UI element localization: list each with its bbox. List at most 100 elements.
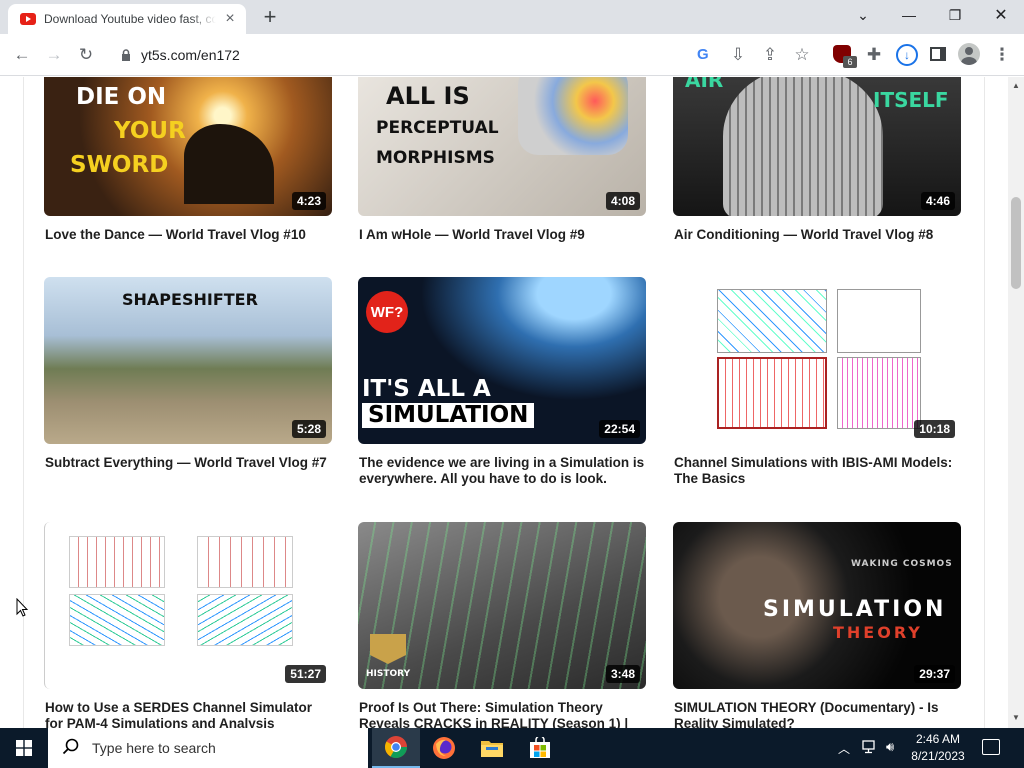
response-chart bbox=[837, 289, 921, 353]
video-title[interactable]: Air Conditioning — World Travel Vlog #8 bbox=[674, 227, 960, 243]
video-duration: 5:28 bbox=[291, 420, 326, 438]
share-icon[interactable]: ⇪ bbox=[758, 43, 782, 67]
video-title[interactable]: Love the Dance — World Travel Vlog #10 bbox=[45, 227, 331, 243]
video-duration: 29:37 bbox=[914, 665, 955, 683]
close-window-button[interactable]: ✕ bbox=[978, 0, 1024, 30]
scroll-up-icon[interactable]: ▲ bbox=[1012, 81, 1020, 90]
bookmark-star-icon[interactable]: ☆ bbox=[790, 43, 814, 67]
video-title[interactable]: Channel Simulations with IBIS-AMI Models… bbox=[674, 455, 960, 487]
video-title[interactable]: How to Use a SERDES Channel Simulator fo… bbox=[45, 700, 331, 728]
extensions-puzzle-icon[interactable]: ✚ bbox=[862, 43, 886, 67]
taskbar-search-placeholder: Type here to search bbox=[92, 740, 216, 756]
thumb-text: ALL IS bbox=[386, 82, 470, 110]
wf-logo: WF? bbox=[366, 291, 408, 333]
back-icon[interactable]: ← bbox=[10, 43, 34, 67]
video-thumbnail[interactable]: SHAPESHIFTER 5:28 bbox=[44, 277, 332, 444]
video-duration: 51:27 bbox=[285, 665, 326, 683]
chrome-taskbar-icon[interactable] bbox=[372, 728, 420, 768]
file-explorer-taskbar-icon[interactable] bbox=[468, 728, 516, 768]
scrollbar-thumb[interactable] bbox=[1011, 197, 1021, 289]
thumb-text: WAKING COSMOS bbox=[851, 559, 953, 569]
video-thumbnail[interactable]: HISTORY 3:48 bbox=[358, 522, 646, 689]
firefox-taskbar-icon[interactable] bbox=[420, 728, 468, 768]
forward-icon[interactable]: → bbox=[42, 43, 66, 67]
rock-silhouette bbox=[184, 124, 274, 204]
clock-date: 8/21/2023 bbox=[911, 749, 965, 763]
thumb-text: AIR bbox=[685, 77, 724, 92]
start-windows-icon[interactable] bbox=[0, 728, 48, 768]
video-thumbnail[interactable]: 10:18 bbox=[673, 277, 961, 444]
show-hidden-icons-chevron-icon[interactable]: ︿ bbox=[838, 740, 850, 757]
thumb-text: ITSELF bbox=[873, 88, 949, 112]
pam4-signal-chart bbox=[197, 536, 293, 588]
scroll-down-icon[interactable]: ▼ bbox=[1012, 713, 1020, 722]
windows-taskbar: Type here to search ︿ 🔊︎ 2:46 AM 8/21/20… bbox=[0, 728, 1024, 768]
eye-diagram-chart bbox=[69, 594, 165, 646]
new-tab-icon[interactable]: + bbox=[258, 6, 282, 28]
video-duration: 4:46 bbox=[920, 192, 955, 210]
taskbar-search-box[interactable]: Type here to search bbox=[48, 728, 368, 768]
microsoft-store-taskbar-icon[interactable] bbox=[516, 728, 564, 768]
system-clock[interactable]: 2:46 AM 8/21/2023 bbox=[906, 731, 970, 765]
browser-toolbar: ← → ↻ yt5s.com/en172 G ⇩ ⇪ ☆ 6 ✚ ↓ ⋮ bbox=[0, 34, 1024, 76]
waveform-chart bbox=[837, 357, 921, 429]
thumb-text: PERCEPTUAL bbox=[376, 118, 499, 138]
video-thumbnail[interactable]: WAKING COSMOS SIMULATION THEORY 29:37 bbox=[673, 522, 961, 689]
video-title[interactable]: Subtract Everything — World Travel Vlog … bbox=[45, 455, 331, 471]
pixel-sculpture bbox=[723, 77, 883, 216]
profile-avatar-icon[interactable] bbox=[958, 43, 980, 65]
thumb-text: MORPHISMS bbox=[376, 148, 495, 168]
network-icon[interactable] bbox=[862, 740, 878, 757]
address-bar[interactable]: yt5s.com/en172 bbox=[141, 47, 240, 63]
video-duration: 4:23 bbox=[291, 192, 326, 210]
tab-strip: Download Youtube video fast, co × + ⌄ — … bbox=[0, 0, 1024, 34]
thumb-text: SHAPESHIFTER bbox=[122, 290, 258, 309]
reload-icon[interactable]: ↻ bbox=[74, 43, 98, 67]
lock-icon[interactable] bbox=[118, 47, 134, 63]
video-duration: 3:48 bbox=[605, 665, 640, 683]
thumb-text: SIMULATION bbox=[362, 402, 535, 429]
ublock-badge: 6 bbox=[843, 56, 857, 68]
video-duration: 22:54 bbox=[599, 420, 640, 438]
thumb-text: HISTORY bbox=[366, 669, 411, 679]
install-app-icon[interactable]: ⇩ bbox=[726, 43, 750, 67]
video-title[interactable]: The evidence we are living in a Simulati… bbox=[359, 455, 645, 487]
page-scrollbar[interactable]: ▲ ▼ bbox=[1008, 77, 1024, 728]
thumb-text: YOUR bbox=[114, 118, 186, 144]
eye-diagram-chart bbox=[717, 289, 827, 353]
video-title[interactable]: I Am wHole — World Travel Vlog #9 bbox=[359, 227, 645, 243]
chrome-menu-icon[interactable]: ⋮ bbox=[990, 43, 1014, 67]
notification-center-icon[interactable] bbox=[982, 739, 1000, 755]
diamond-image bbox=[518, 77, 628, 155]
minimize-button[interactable]: — bbox=[886, 0, 932, 30]
clock-time: 2:46 AM bbox=[915, 732, 961, 746]
tab-search-icon[interactable]: ⌄ bbox=[840, 0, 886, 30]
search-icon bbox=[62, 738, 82, 758]
browser-tab[interactable]: Download Youtube video fast, co × bbox=[8, 4, 246, 34]
youtube-favicon-icon bbox=[20, 13, 36, 25]
download-icon[interactable]: ↓ bbox=[896, 44, 918, 66]
tab-title: Download Youtube video fast, co bbox=[44, 12, 216, 26]
restore-button[interactable]: ❐ bbox=[932, 0, 978, 30]
video-title[interactable]: SIMULATION THEORY (Documentary) - Is Rea… bbox=[674, 700, 960, 728]
tab-close-icon[interactable]: × bbox=[222, 11, 238, 27]
pam4-signal-chart bbox=[69, 536, 165, 588]
video-duration: 4:08 bbox=[605, 192, 640, 210]
video-thumbnail[interactable]: AIR ITSELF 4:46 bbox=[673, 77, 961, 216]
video-thumbnail[interactable]: DIE ON YOUR SWORD 4:23 bbox=[44, 77, 332, 216]
thumb-text: SWORD bbox=[70, 152, 169, 178]
video-thumbnail[interactable]: WF? IT'S ALL A SIMULATION 22:54 bbox=[358, 277, 646, 444]
google-lens-icon[interactable]: G bbox=[697, 46, 709, 63]
pulse-chart bbox=[717, 357, 827, 429]
video-thumbnail[interactable]: 51:27 bbox=[44, 522, 332, 689]
eye-diagram-chart bbox=[197, 594, 293, 646]
page-viewport: DIE ON YOUR SWORD 4:23 Love the Dance — … bbox=[0, 77, 1008, 728]
video-title[interactable]: Proof Is Out There: Simulation Theory Re… bbox=[359, 700, 645, 728]
volume-icon[interactable]: 🔊︎ bbox=[886, 739, 894, 755]
matrix-overlay bbox=[358, 522, 646, 689]
thumb-text: THEORY bbox=[833, 623, 923, 642]
thumb-text: DIE ON bbox=[76, 84, 167, 110]
thumb-text: SIMULATION bbox=[763, 597, 947, 622]
video-thumbnail[interactable]: ALL IS PERCEPTUAL MORPHISMS 4:08 bbox=[358, 77, 646, 216]
side-panel-icon[interactable] bbox=[930, 47, 946, 61]
